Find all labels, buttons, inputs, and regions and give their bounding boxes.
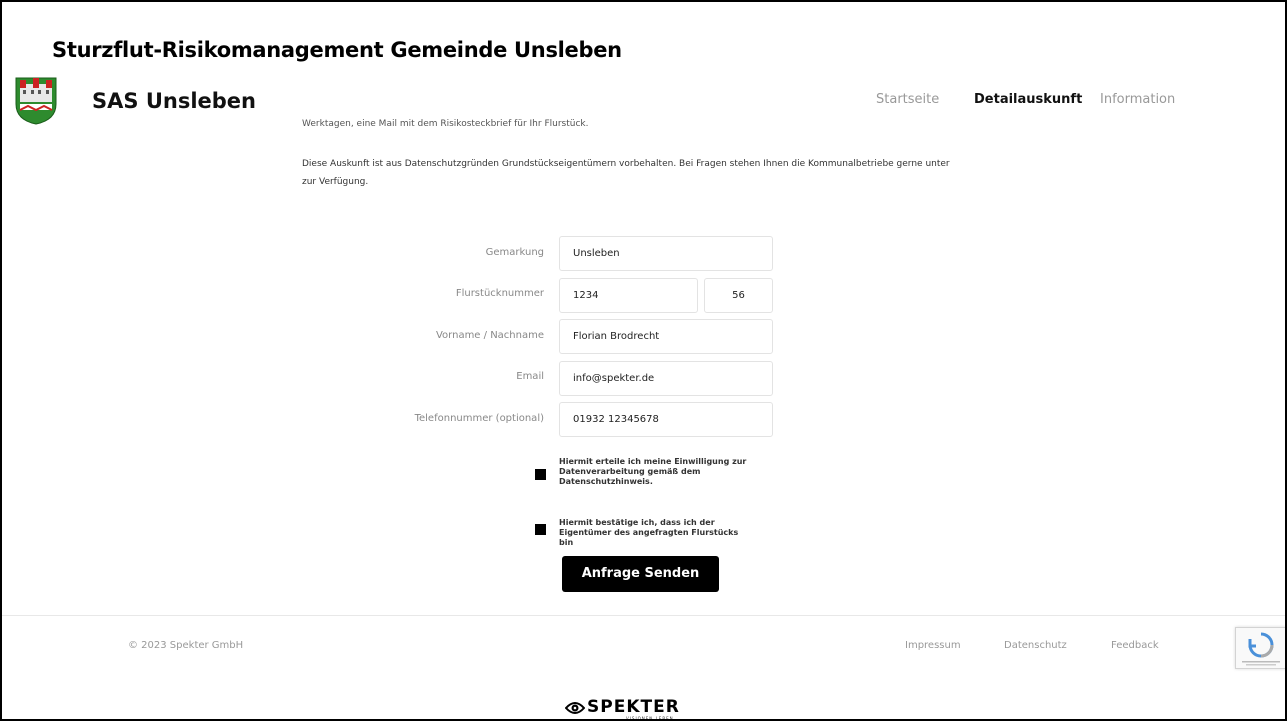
nav-detailauskunft[interactable]: Detailauskunft	[974, 92, 1082, 107]
info-paragraph: Diese Auskunft ist aus Datenschutzgründe…	[302, 159, 950, 187]
footer-copyright: © 2023 Spekter GmbH	[128, 640, 244, 651]
partial-text-line: Werktagen, eine Mail mit dem Risikosteck…	[302, 119, 589, 129]
spekter-wordmark: SPEKTER	[587, 697, 680, 717]
flurstueck-sub-input[interactable]: 56	[704, 278, 773, 313]
name-input[interactable]: Florian Brodrecht	[559, 319, 773, 354]
footer-link-feedback[interactable]: Feedback	[1111, 640, 1159, 651]
consent-owner-checkbox[interactable]	[535, 524, 546, 535]
phone-label: Telefonnummer (optional)	[414, 413, 544, 424]
gemarkung-input[interactable]: Unsleben	[559, 236, 773, 271]
email-label: Email	[516, 371, 544, 382]
consent-owner-label: Hiermit bestätige ich, dass ich der Eige…	[559, 518, 739, 547]
slide-title: Sturzflut-Risikomanagement Gemeinde Unsl…	[52, 38, 622, 62]
submit-button[interactable]: Anfrage Senden	[562, 556, 719, 592]
spekter-logo: SPEKTER VISIONEN LEBEN	[565, 696, 735, 721]
consent-privacy-checkbox[interactable]	[535, 469, 546, 480]
eye-icon	[565, 702, 585, 714]
nav-information[interactable]: Information	[1100, 92, 1175, 107]
flurstueck-main-input[interactable]: 1234	[559, 278, 698, 313]
recaptcha-icon	[1242, 632, 1280, 666]
footer-link-datenschutz[interactable]: Datenschutz	[1004, 640, 1067, 651]
email-input[interactable]: info@spekter.de	[559, 361, 773, 396]
gemarkung-label: Gemarkung	[485, 247, 544, 258]
municipal-crest-icon	[15, 77, 57, 125]
recaptcha-badge[interactable]	[1235, 627, 1285, 669]
footer-divider	[2, 615, 1285, 616]
name-label: Vorname / Nachname	[435, 330, 544, 341]
flurstueck-label: Flurstücknummer	[455, 288, 544, 299]
nav-startseite[interactable]: Startseite	[876, 92, 939, 107]
footer-link-impressum[interactable]: Impressum	[905, 640, 961, 651]
phone-input[interactable]: 01932 12345678	[559, 402, 773, 437]
consent-privacy-label: Hiermit erteile ich meine Einwilligung z…	[559, 457, 747, 486]
slide-frame: Sturzflut-Risikomanagement Gemeinde Unsl…	[0, 0, 1287, 721]
spekter-tagline: VISIONEN LEBEN	[626, 716, 674, 721]
brand-title[interactable]: SAS Unsleben	[92, 89, 256, 113]
